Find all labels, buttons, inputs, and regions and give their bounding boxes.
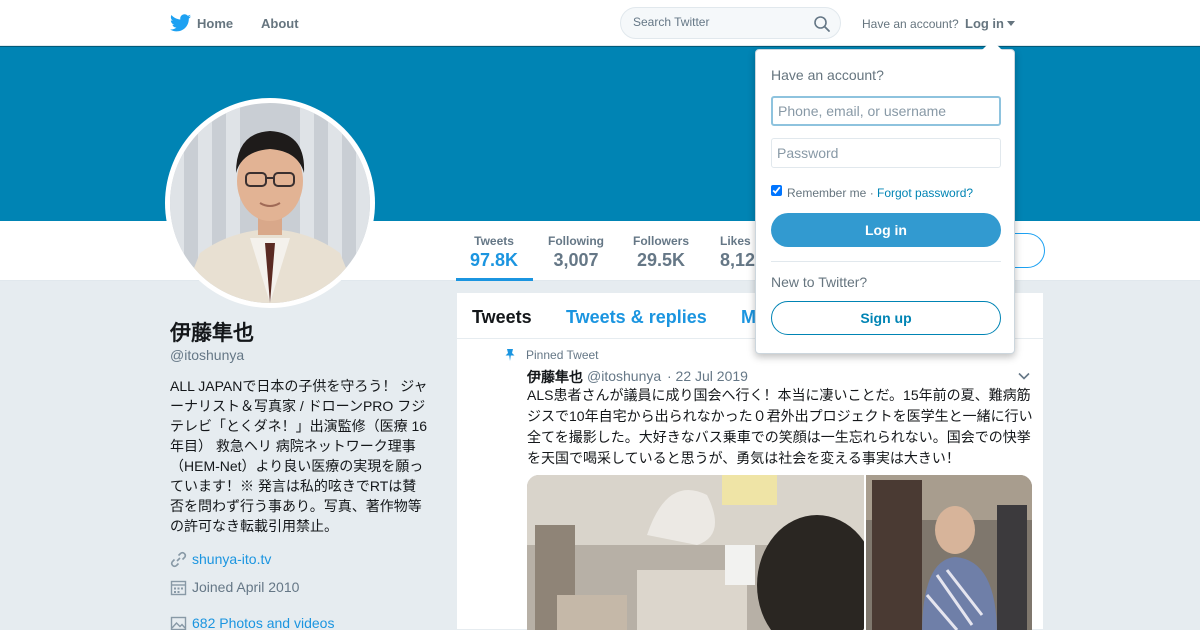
avatar-portrait <box>170 103 370 303</box>
profile-bio: ALL JAPANで日本の子供を守ろう！ ジャーナリスト＆写真家 / ドローンP… <box>170 378 428 534</box>
nav-home-link[interactable]: Home <box>197 16 233 31</box>
stat-value: 97.8K <box>470 250 519 270</box>
stat-tweets[interactable]: Tweets 97.8K <box>470 234 518 271</box>
tab-tweets[interactable]: Tweets <box>472 307 532 328</box>
have-account-text: Have an account? <box>862 17 959 31</box>
remember-me-label: Remember me · <box>787 186 874 200</box>
avatar-photo <box>170 103 370 303</box>
dropdown-title: Have an account? <box>771 67 884 83</box>
link-icon <box>170 551 187 568</box>
search-icon[interactable] <box>813 15 831 33</box>
nav-about-link[interactable]: About <box>261 16 299 31</box>
website-link[interactable]: shunya-ito.tv <box>192 551 271 567</box>
calendar-icon <box>170 580 187 596</box>
dropdown-arrow <box>982 40 1002 50</box>
login-menu-toggle[interactable]: Log in <box>965 16 1004 31</box>
twitter-bird-icon[interactable] <box>170 13 191 33</box>
signup-button[interactable]: Sign up <box>771 301 1001 335</box>
tweet-author-handle[interactable]: @itoshunya <box>587 368 661 384</box>
stat-following[interactable]: Following 3,007 <box>548 234 604 271</box>
active-stat-underline <box>456 278 533 281</box>
tweet-date[interactable]: · 22 Jul 2019 <box>667 368 748 384</box>
profile-handle[interactable]: @itoshunya <box>170 347 244 363</box>
tweet-text: ALS患者さんが議員に成り国会へ行く！本当に凄いことだ。15年前の夏、難病筋ジス… <box>527 387 1033 466</box>
login-dropdown: Have an account? Remember me · Forgot pa… <box>755 40 1015 354</box>
dropdown-divider <box>771 261 1001 262</box>
password-field[interactable] <box>771 138 1001 168</box>
tweet-author-name[interactable]: 伊藤隼也 <box>527 367 583 387</box>
tweet-media[interactable] <box>527 475 1032 630</box>
stat-likes[interactable]: Likes 8,12 <box>720 234 755 271</box>
stat-value: 3,007 <box>553 250 599 270</box>
search-input[interactable] <box>633 15 803 29</box>
forgot-password-link[interactable]: Forgot password? <box>877 186 973 200</box>
chevron-down-icon[interactable] <box>1007 21 1015 26</box>
username-field[interactable] <box>771 96 1001 126</box>
top-navigation: Home About Have an account? Log in <box>0 0 1200 46</box>
login-button[interactable]: Log in <box>771 213 1001 247</box>
stat-followers[interactable]: Followers 29.5K <box>633 234 689 271</box>
remember-me-checkbox[interactable] <box>771 185 782 196</box>
joined-date: Joined April 2010 <box>192 579 300 595</box>
pinned-tweet-label: Pinned Tweet <box>526 348 599 362</box>
stat-label: Likes <box>720 234 751 248</box>
chevron-down-icon[interactable] <box>1017 369 1031 383</box>
stat-value: 8,12 <box>720 250 756 270</box>
stat-label: Tweets <box>474 234 514 248</box>
stat-label: Following <box>548 234 604 248</box>
tab-tweets-replies[interactable]: Tweets & replies <box>566 307 707 328</box>
avatar[interactable] <box>165 98 375 308</box>
new-to-twitter-text: New to Twitter? <box>771 274 868 290</box>
tweet-media-photos <box>527 475 1032 630</box>
search-box[interactable] <box>620 7 841 39</box>
pin-icon <box>505 349 515 361</box>
tab-media[interactable]: M <box>741 307 756 328</box>
image-icon <box>170 616 187 630</box>
stat-value: 29.5K <box>636 250 686 270</box>
photos-link[interactable]: 682 Photos and videos <box>192 615 334 630</box>
stat-label: Followers <box>633 234 690 248</box>
profile-name[interactable]: 伊藤隼也 <box>170 317 254 347</box>
